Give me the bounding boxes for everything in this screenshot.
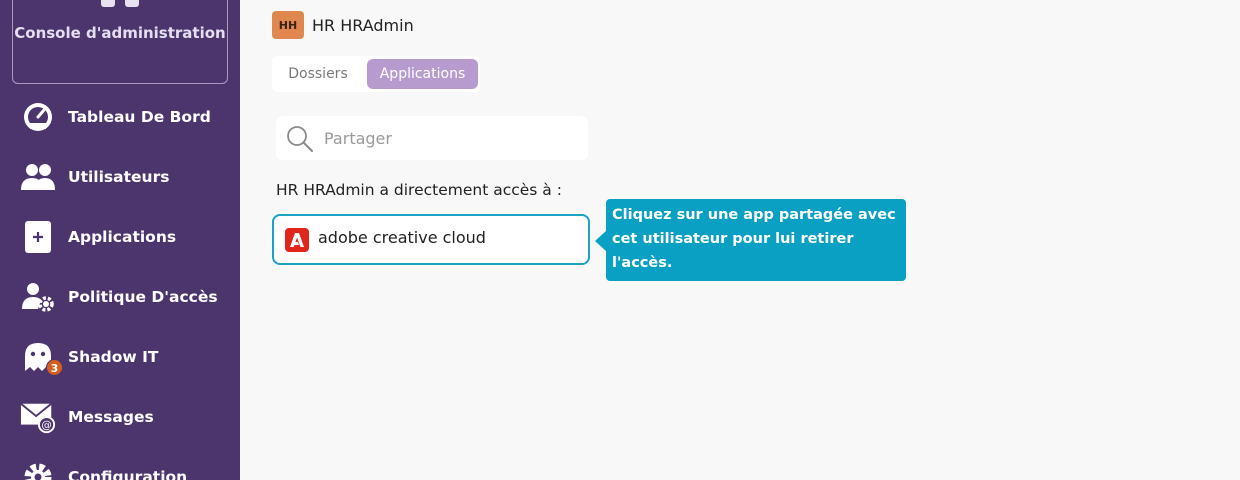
sidebar-item-label: Tableau De Bord	[68, 108, 211, 126]
dashboard-icon	[20, 99, 56, 135]
ghost-icon: 3	[20, 339, 63, 376]
sidebar-item-label: Applications	[68, 228, 177, 246]
sidebar-item-label: Configuration	[68, 468, 188, 480]
search-icon	[286, 125, 314, 153]
tab-applications[interactable]: Applications	[367, 59, 478, 89]
add-app-icon	[20, 219, 56, 255]
sidebar-item-access-policy[interactable]: Politique D'accès	[0, 271, 240, 323]
avatar: HH	[272, 11, 304, 39]
sidebar-item-label: Shadow IT	[68, 348, 159, 366]
sidebar-item-dashboard[interactable]: Tableau De Bord	[0, 91, 240, 143]
svg-text:@: @	[41, 419, 51, 431]
gear-icon	[20, 459, 56, 480]
sidebar: Console d'administration Tableau De Bord…	[0, 0, 240, 480]
search-box	[276, 116, 588, 160]
mail-icon: @	[20, 399, 56, 435]
search-input[interactable]	[324, 116, 574, 160]
user-header: HH HR HRAdmin	[272, 11, 414, 39]
sidebar-item-label: Utilisateurs	[68, 168, 170, 186]
sidebar-item-messages[interactable]: @ Messages	[0, 391, 240, 443]
help-tooltip: Cliquez sur une app partagée avec cet ut…	[606, 199, 906, 281]
user-gear-icon	[20, 279, 56, 315]
sidebar-item-label: Politique D'accès	[68, 288, 218, 306]
adobe-icon	[285, 228, 309, 252]
tab-dossiers[interactable]: Dossiers	[276, 59, 360, 89]
app-name: adobe creative cloud	[318, 228, 486, 247]
sidebar-item-configuration[interactable]: Configuration	[0, 451, 240, 480]
main-content: HH HR HRAdmin Dossiers Applications HR H…	[240, 0, 1240, 480]
tab-bar: Dossiers Applications	[272, 56, 480, 92]
console-logo-icon	[101, 0, 141, 7]
sidebar-item-label: Messages	[68, 408, 154, 426]
sidebar-item-users[interactable]: Utilisateurs	[0, 151, 240, 203]
sidebar-item-applications[interactable]: Applications	[0, 211, 240, 263]
user-name: HR HRAdmin	[312, 15, 414, 35]
access-description: HR HRAdmin a directement accès à :	[276, 181, 562, 199]
shared-app-card[interactable]: adobe creative cloud	[272, 214, 590, 265]
shadow-it-badge: 3	[46, 359, 63, 376]
users-icon	[20, 159, 56, 195]
tooltip-arrow	[595, 231, 606, 251]
admin-console-box[interactable]: Console d'administration	[12, 0, 228, 84]
sidebar-item-shadow-it[interactable]: 3 Shadow IT	[0, 331, 240, 383]
console-label: Console d'administration	[14, 24, 226, 42]
